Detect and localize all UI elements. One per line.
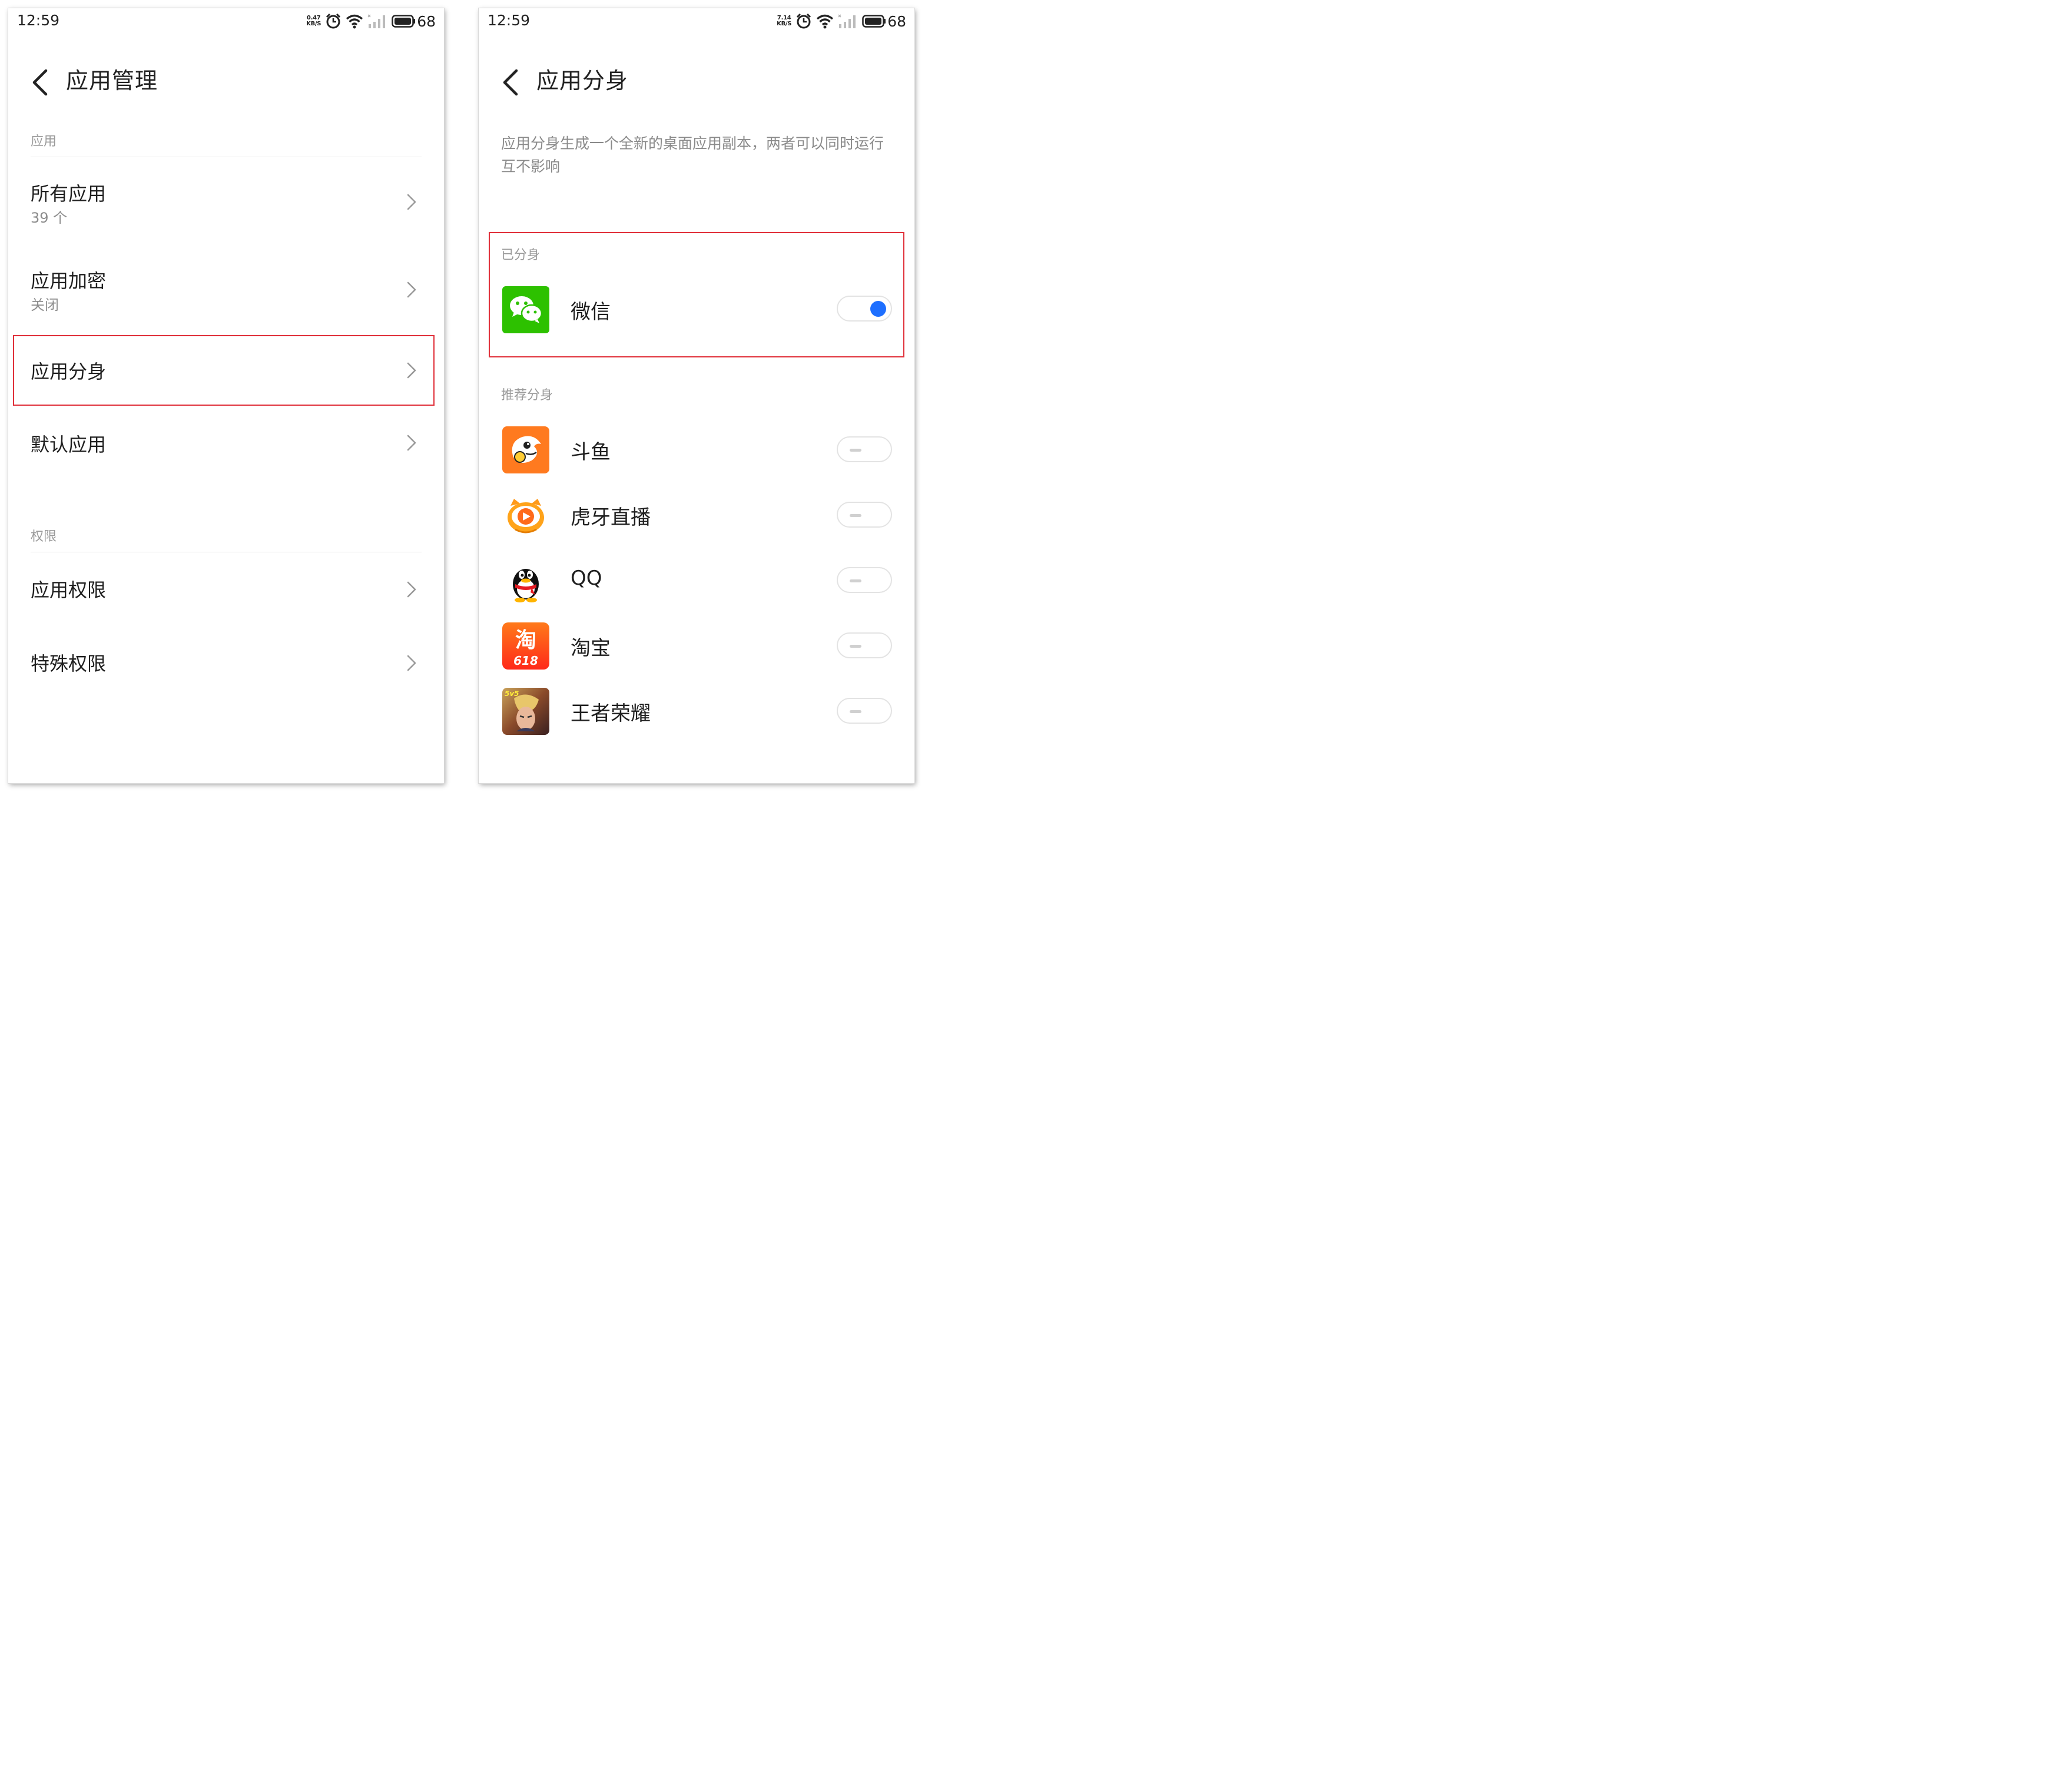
clone-toggle-wechat[interactable] xyxy=(837,296,892,322)
menu-item-label: 应用加密 xyxy=(31,270,107,292)
taobao-icon-badge: 618 xyxy=(513,654,538,668)
network-speed: 7.14 KB/S xyxy=(777,15,791,27)
app-row-wechat: 微信 xyxy=(479,279,914,338)
network-speed-unit: KB/S xyxy=(777,21,792,27)
menu-item-label: 所有应用 xyxy=(31,183,107,205)
battery-level: 68 xyxy=(417,12,436,30)
honor-icon-badge: 5v5 xyxy=(505,690,519,698)
page-header: 应用分身 xyxy=(479,55,914,114)
app-name: 王者荣耀 xyxy=(571,702,651,725)
app-row-huya: 虎牙直播 xyxy=(479,486,914,545)
app-name: QQ xyxy=(571,566,602,590)
status-time: 12:59 xyxy=(488,12,531,29)
page-title: 应用分身 xyxy=(536,68,629,94)
app-row-honor-of-kings: 5v5 王者荣耀 xyxy=(479,682,914,741)
section-label-recommended: 推荐分身 xyxy=(501,388,553,403)
menu-item-default-apps[interactable]: 默认应用 xyxy=(8,415,444,479)
douyu-icon xyxy=(502,426,549,473)
menu-item-label: 默认应用 xyxy=(31,433,107,456)
battery-icon xyxy=(862,15,886,28)
wechat-icon xyxy=(502,286,549,333)
status-bar: 12:59 0.47 KB/S 68 xyxy=(8,8,444,34)
menu-item-subtitle: 39 个 xyxy=(31,210,68,226)
alarm-icon xyxy=(797,13,811,29)
battery-level: 68 xyxy=(887,12,906,30)
back-arrow-icon[interactable] xyxy=(499,64,520,99)
clone-toggle-qq[interactable] xyxy=(837,567,892,593)
chevron-right-icon xyxy=(407,435,416,451)
signal-icon xyxy=(367,14,386,28)
toggle-knob xyxy=(850,579,861,582)
taobao-icon-char: 淘 xyxy=(515,628,536,652)
app-row-taobao: 淘 618 淘宝 xyxy=(479,617,914,675)
app-row-douyu: 斗鱼 xyxy=(479,420,914,479)
description-text: 应用分身生成一个全新的桌面应用副本，两者可以同时运行互不影响 xyxy=(501,135,884,175)
app-name: 虎牙直播 xyxy=(571,506,651,529)
status-time: 12:59 xyxy=(17,12,60,29)
clone-toggle-taobao[interactable] xyxy=(837,632,892,658)
battery: 68 xyxy=(862,13,906,30)
honor-of-kings-icon: 5v5 xyxy=(502,688,549,735)
clone-toggle-huya[interactable] xyxy=(837,502,892,528)
page-header: 应用管理 xyxy=(8,55,444,114)
menu-item-all-apps[interactable]: 所有应用 39 个 xyxy=(8,167,444,244)
huya-icon xyxy=(508,499,544,534)
app-name: 淘宝 xyxy=(571,637,611,660)
network-speed-unit: KB/S xyxy=(306,21,321,27)
signal-icon xyxy=(838,14,856,28)
toggle-knob xyxy=(850,710,861,713)
qq-icon xyxy=(513,569,539,602)
section-label-apps: 应用 xyxy=(31,134,57,149)
toggle-knob xyxy=(850,645,861,648)
wifi-icon xyxy=(346,14,363,29)
app-name: 斗鱼 xyxy=(571,440,611,464)
section-label-cloned: 已分身 xyxy=(501,248,541,263)
menu-item-subtitle: 关闭 xyxy=(31,297,59,313)
menu-item-app-permissions[interactable]: 应用权限 xyxy=(8,559,444,624)
clone-toggle-honor-of-kings[interactable] xyxy=(837,698,892,724)
status-bar: 12:59 7.14 KB/S 68 xyxy=(479,8,914,34)
toggle-knob xyxy=(850,514,861,517)
toggle-knob xyxy=(870,301,886,317)
battery: 68 xyxy=(392,13,436,30)
chevron-right-icon xyxy=(407,655,416,671)
app-row-qq: QQ xyxy=(479,551,914,610)
menu-item-special-permissions[interactable]: 特殊权限 xyxy=(8,632,444,697)
app-management-screen: 12:59 0.47 KB/S 68 应用管理 应用 所有应用 39 个 应用加… xyxy=(8,8,444,783)
section-label-permissions: 权限 xyxy=(31,529,57,544)
menu-item-label: 应用权限 xyxy=(31,579,107,601)
battery-icon xyxy=(392,15,416,28)
chevron-right-icon xyxy=(407,281,416,298)
menu-item-app-lock[interactable]: 应用加密 关闭 xyxy=(8,256,444,332)
toggle-knob xyxy=(850,449,861,452)
highlight-box xyxy=(13,335,435,406)
status-icons: 7.14 KB/S 68 xyxy=(777,11,906,31)
chevron-right-icon xyxy=(407,194,416,210)
app-clone-screen: 12:59 7.14 KB/S 68 应用分身 应用分身生成一个全新的桌面应用副… xyxy=(479,8,914,783)
alarm-icon xyxy=(326,13,341,29)
menu-item-label: 特殊权限 xyxy=(31,652,107,675)
taobao-icon: 淘 618 xyxy=(502,622,549,670)
status-icons: 0.47 KB/S 68 xyxy=(306,11,436,31)
clone-toggle-douyu[interactable] xyxy=(837,436,892,462)
app-name: 微信 xyxy=(571,300,611,324)
page-title: 应用管理 xyxy=(66,68,158,94)
back-arrow-icon[interactable] xyxy=(28,64,49,99)
network-speed: 0.47 KB/S xyxy=(306,15,321,27)
chevron-right-icon xyxy=(407,581,416,598)
wifi-icon xyxy=(817,14,834,29)
